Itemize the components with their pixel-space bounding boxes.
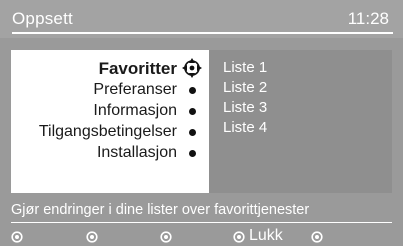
bullet-icon [189,108,196,115]
menu-panel: Favoritter Preferanser Informasjon Tilga… [11,50,392,193]
help-text: Gjør endringer i dine lister over favori… [11,202,310,218]
main-menu: Favoritter Preferanser Informasjon Tilga… [11,50,209,193]
radio-bullet-icon[interactable] [11,231,23,243]
menu-item-tilgangsbetingelser[interactable]: Tilgangsbetingelser [39,121,177,143]
radio-bullet-icon[interactable] [86,231,98,243]
softkey-bar: Lukk [0,226,403,246]
clock: 11:28 [347,9,389,28]
bullet-icon [189,129,196,136]
list-item-liste-2[interactable]: Liste 2 [223,78,267,98]
list-item-liste-3[interactable]: Liste 3 [223,98,267,118]
menu-item-installasjon[interactable]: Installasjon [97,142,177,164]
menu-title: Oppsett [12,9,73,28]
menu-item-preferanser[interactable]: Preferanser [93,79,177,101]
menu-item-informasjon[interactable]: Informasjon [93,100,177,122]
setup-menu-screen: Oppsett 11:28 Favoritter Preferanser Inf… [0,0,403,246]
menu-item-favoritter[interactable]: Favoritter [99,58,177,80]
bullet-icon [189,150,196,157]
help-divider [11,222,392,223]
radio-bullet-icon[interactable] [160,231,172,243]
favorite-lists: Liste 1 Liste 2 Liste 3 Liste 4 [209,50,392,193]
close-softkey-label[interactable]: Lukk [249,227,283,245]
list-item-liste-1[interactable]: Liste 1 [223,58,267,78]
navigation-cross-icon [182,58,202,78]
radio-bullet-icon[interactable] [311,231,323,243]
list-item-liste-4[interactable]: Liste 4 [223,118,267,138]
title-bar: Oppsett 11:28 [0,0,403,38]
radio-bullet-icon[interactable] [233,231,245,243]
title-divider [12,32,393,34]
bullet-icon [189,87,196,94]
help-bar: Gjør endringer i dine lister over favori… [0,198,403,224]
